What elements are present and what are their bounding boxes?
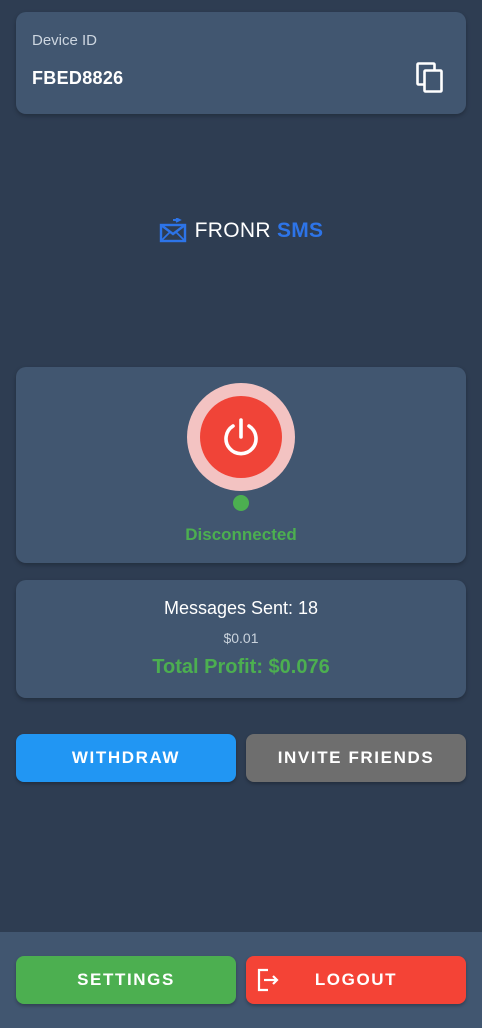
status-indicator-dot	[233, 495, 249, 511]
connection-status-text: Disconnected	[185, 525, 297, 544]
bottom-bar: SETTINGS LOGOUT	[0, 932, 482, 1028]
power-toggle-button[interactable]	[187, 383, 295, 491]
device-id-label: Device ID	[32, 32, 98, 49]
power-button-inner[interactable]	[200, 396, 282, 478]
device-id-value: FBED8826	[32, 68, 124, 88]
logo-word-sms: SMS	[276, 219, 324, 242]
app-logo: FRONR SMS	[0, 218, 482, 244]
settings-button[interactable]: SETTINGS	[16, 956, 236, 1004]
withdraw-button[interactable]: WITHDRAW	[16, 734, 236, 782]
copy-icon[interactable]	[416, 62, 444, 94]
power-icon	[224, 418, 258, 456]
invite-friends-button[interactable]: INVITE FRIENDS	[246, 734, 466, 782]
logout-label: LOGOUT	[314, 970, 398, 989]
rate-text: $0.01	[223, 630, 259, 646]
logo-word-fronr: FRONR	[194, 219, 271, 242]
envelope-icon	[159, 218, 186, 243]
logout-icon	[257, 968, 279, 992]
logout-button[interactable]: LOGOUT	[246, 956, 466, 1004]
messages-sent-text: Messages Sent: 18	[163, 598, 319, 618]
total-profit-text: Total Profit: $0.076	[152, 656, 330, 678]
connection-card: Disconnected	[16, 367, 466, 563]
logo-text: FRONR SMS	[195, 219, 324, 243]
stats-card: Messages Sent: 18 $0.01 Total Profit: $0…	[16, 580, 466, 698]
device-id-card: Device ID FBED8826	[16, 12, 466, 114]
